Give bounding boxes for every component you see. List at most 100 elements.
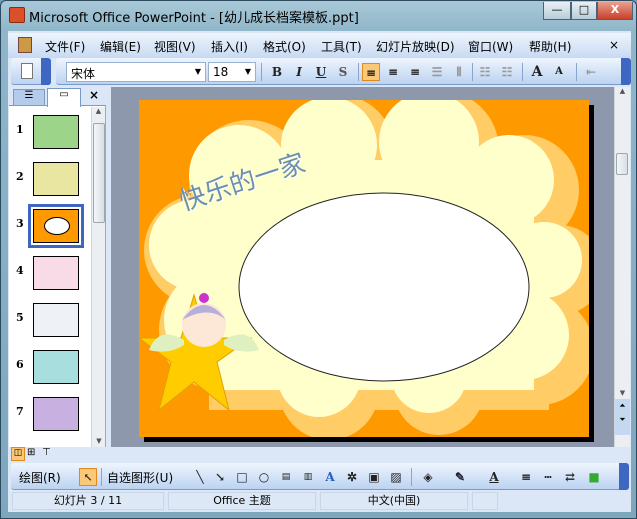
- shrink-font-button[interactable]: A: [550, 63, 568, 81]
- menu-insert[interactable]: 插入(I): [211, 38, 248, 55]
- menu-help[interactable]: 帮助(H): [529, 38, 571, 55]
- scroll-thumb[interactable]: [616, 153, 628, 175]
- slide-thumbnail[interactable]: [33, 350, 79, 384]
- chevron-down-icon[interactable]: ▼: [191, 63, 205, 81]
- normal-view-button[interactable]: ◫: [11, 447, 25, 461]
- app-client: 文件(F) 编辑(E) 视图(V) 插入(I) 格式(O) 工具(T) 幻灯片放…: [8, 31, 631, 512]
- slide-thumbnail[interactable]: [33, 397, 79, 431]
- formatting-toolbar: 宋体 ▼ 18 ▼ B I U S ≡ ≡ ≡ ☰ ⦀ ☷ ☷ A A ⇤: [56, 58, 631, 85]
- font-color-icon[interactable]: A: [485, 468, 503, 486]
- scroll-down-arrow[interactable]: ▼: [615, 389, 630, 397]
- menu-tools[interactable]: 工具(T): [321, 38, 362, 55]
- slide-number: 4: [16, 264, 24, 277]
- new-document-icon[interactable]: [21, 63, 33, 79]
- line-spacing-icon[interactable]: ☰: [428, 63, 446, 81]
- toolbar-overflow[interactable]: [41, 58, 51, 85]
- rectangle-icon[interactable]: □: [233, 468, 251, 486]
- separator: [472, 63, 473, 81]
- standard-toolbar: [11, 58, 51, 85]
- slides-pane-scrollbar[interactable]: ▲ ▼: [91, 107, 105, 447]
- draw-menu[interactable]: 绘图(R): [19, 469, 61, 486]
- slide-thumbnail[interactable]: [33, 162, 79, 196]
- oval-icon[interactable]: ○: [255, 468, 273, 486]
- line-style-icon[interactable]: ≡: [517, 468, 535, 486]
- slides-tab[interactable]: ▭: [47, 88, 81, 107]
- minimize-button[interactable]: —: [543, 2, 571, 20]
- slideshow-button[interactable]: ⊤: [42, 447, 51, 458]
- view-buttons: ◫ ⊞ ⊤: [9, 447, 106, 462]
- vertical-text-icon[interactable]: ⦀: [450, 63, 468, 81]
- status-slide-number: 幻灯片 3 / 11: [12, 492, 164, 510]
- drawing-toolbar: 绘图(R) ↖ 自选图形(U) ╲ ↘ □ ○ ▤ ▥ A ✲ ▣ ▨ ◈ ✎ …: [11, 463, 629, 490]
- vertical-textbox-icon[interactable]: ▥: [299, 468, 317, 486]
- font-size-select[interactable]: 18 ▼: [208, 62, 256, 82]
- previous-slide-button[interactable]: ⏶: [615, 399, 630, 413]
- wordart-icon[interactable]: A: [321, 468, 339, 486]
- menu-edit[interactable]: 编辑(E): [100, 38, 141, 55]
- slide-sorter-button[interactable]: ⊞: [27, 447, 35, 458]
- separator: [522, 63, 523, 81]
- slide-number: 6: [16, 358, 24, 371]
- status-theme: Office 主题: [168, 492, 316, 510]
- menu-slideshow[interactable]: 幻灯片放映(D): [376, 38, 455, 55]
- slide-number: 1: [16, 123, 24, 136]
- menu-close-doc[interactable]: ×: [609, 38, 619, 52]
- bullets-icon[interactable]: ☷: [498, 63, 516, 81]
- autoshapes-menu[interactable]: 自选图形(U): [107, 469, 173, 486]
- document-icon[interactable]: [18, 37, 32, 53]
- status-bar: 幻灯片 3 / 11 Office 主题 中文(中国): [8, 490, 631, 512]
- next-slide-button[interactable]: ⏷: [615, 413, 630, 427]
- photo-ellipse: [238, 192, 530, 382]
- slide-thumbnail[interactable]: [33, 303, 79, 337]
- slide-number: 3: [16, 217, 24, 230]
- picture-icon[interactable]: ▨: [387, 468, 405, 486]
- underline-button[interactable]: U: [312, 63, 330, 81]
- shadow-style-icon[interactable]: ■: [585, 468, 603, 486]
- decrease-indent-icon[interactable]: ⇤: [582, 63, 600, 81]
- scroll-down-arrow[interactable]: ▼: [92, 437, 106, 445]
- textbox-icon[interactable]: ▤: [277, 468, 295, 486]
- close-button[interactable]: X: [597, 2, 633, 20]
- grow-font-button[interactable]: A: [528, 63, 546, 81]
- arrow-icon[interactable]: ↘: [211, 468, 229, 486]
- slide-canvas[interactable]: 快乐的一家: [139, 100, 589, 437]
- slide-thumbnail[interactable]: [33, 115, 79, 149]
- separator: [101, 468, 102, 486]
- window-title: Microsoft Office PowerPoint - [幼儿成长档案模板.…: [29, 11, 359, 26]
- outline-tab[interactable]: ☰: [13, 89, 45, 106]
- maximize-button[interactable]: □: [571, 2, 597, 20]
- line-icon[interactable]: ╲: [191, 468, 209, 486]
- scroll-up-arrow[interactable]: ▲: [615, 87, 630, 95]
- scroll-thumb[interactable]: [93, 123, 105, 223]
- fill-color-icon[interactable]: ◈: [419, 468, 437, 486]
- pane-tabs: ☰ ▭ ×: [9, 87, 106, 107]
- close-pane-button[interactable]: ×: [89, 88, 99, 102]
- shadow-button[interactable]: S: [334, 63, 352, 81]
- font-select[interactable]: 宋体 ▼: [66, 62, 206, 82]
- line-color-icon[interactable]: ✎: [451, 468, 469, 486]
- toolbar-overflow[interactable]: [619, 463, 629, 490]
- dash-style-icon[interactable]: ┅: [539, 468, 557, 486]
- menu-view[interactable]: 视图(V): [154, 38, 196, 55]
- menu-bar: 文件(F) 编辑(E) 视图(V) 插入(I) 格式(O) 工具(T) 幻灯片放…: [8, 33, 631, 58]
- arrow-style-icon[interactable]: ⇄: [561, 468, 579, 486]
- chevron-down-icon[interactable]: ▼: [241, 63, 255, 81]
- menu-window[interactable]: 窗口(W): [468, 38, 513, 55]
- slide-thumbnail[interactable]: [28, 204, 84, 248]
- bold-button[interactable]: B: [268, 63, 286, 81]
- numbering-icon[interactable]: ☷: [476, 63, 494, 81]
- slide-thumbnail[interactable]: [33, 256, 79, 290]
- scroll-up-arrow[interactable]: ▲: [92, 107, 105, 115]
- toolbar-overflow[interactable]: [621, 58, 631, 85]
- powerpoint-app-icon[interactable]: [9, 7, 25, 23]
- menu-format[interactable]: 格式(O): [263, 38, 306, 55]
- align-left-button[interactable]: ≡: [362, 63, 380, 81]
- italic-button[interactable]: I: [290, 63, 308, 81]
- menu-file[interactable]: 文件(F): [45, 38, 85, 55]
- align-right-button[interactable]: ≡: [406, 63, 424, 81]
- clipart-icon[interactable]: ▣: [365, 468, 383, 486]
- align-center-button[interactable]: ≡: [384, 63, 402, 81]
- diagram-icon[interactable]: ✲: [343, 468, 361, 486]
- select-objects-button[interactable]: ↖: [79, 468, 97, 486]
- main-scrollbar[interactable]: ▲ ▼ ⏶ ⏷: [614, 87, 630, 447]
